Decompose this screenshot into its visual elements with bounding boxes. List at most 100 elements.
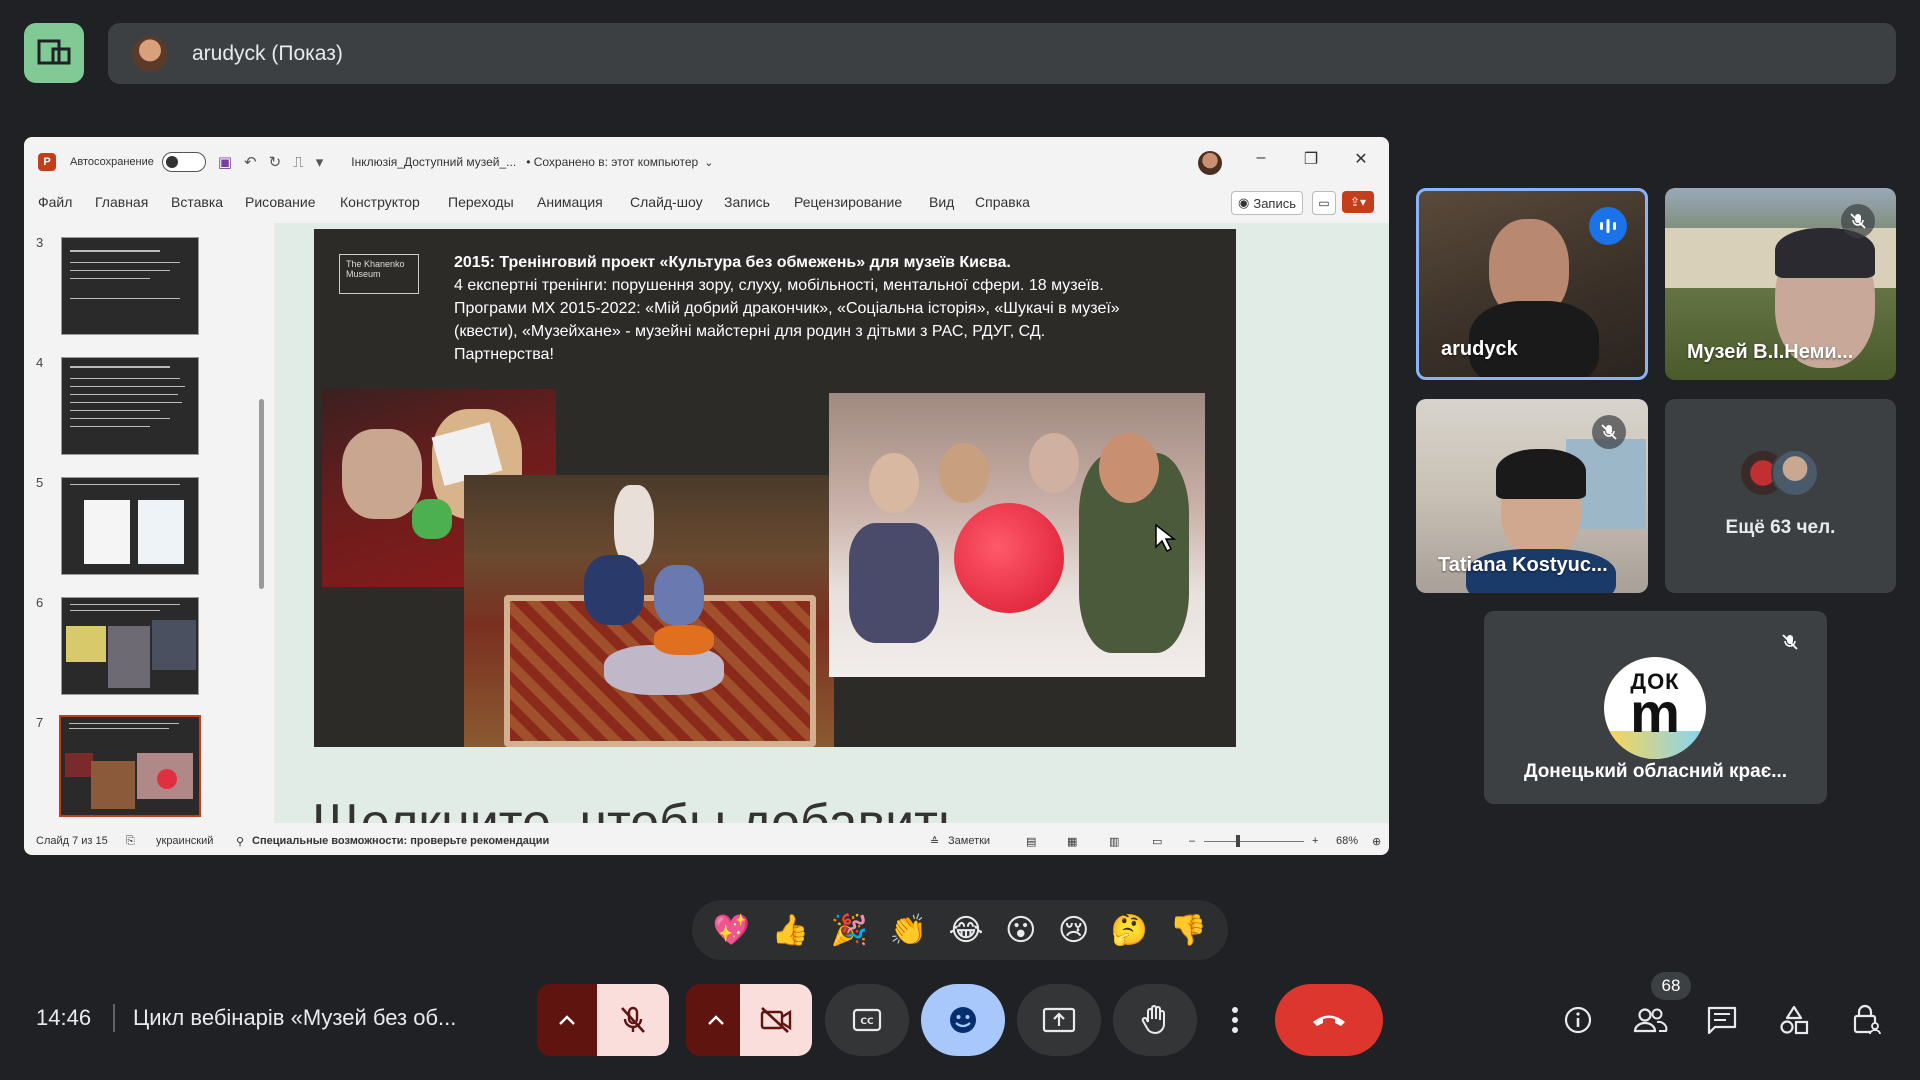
document-title[interactable]: Інклюзія_Доступний музей_... [351, 155, 516, 169]
customize-toolbar-icon[interactable]: ▾ [316, 153, 324, 171]
menu-insert[interactable]: Вставка [171, 194, 223, 210]
current-slide[interactable]: The Khanenko Museum 2015: Тренінговий пр… [314, 229, 1236, 747]
slide-thumbnails-pane: 3 4 5 6 7 [24, 223, 264, 823]
slide-thumbnail-5[interactable] [61, 477, 199, 575]
reaction-laugh[interactable]: 😂 [949, 913, 984, 948]
share-button[interactable]: ⇪▾ [1342, 191, 1374, 213]
microphone-toggle-button[interactable] [597, 984, 669, 1056]
record-button[interactable]: ◉ Запись [1231, 191, 1303, 215]
menu-transitions[interactable]: Переходы [448, 194, 514, 210]
menu-review[interactable]: Рецензирование [794, 194, 902, 210]
reaction-surprised[interactable]: 😮 [1005, 913, 1036, 948]
reaction-thumbs-up[interactable]: 👍 [772, 913, 809, 948]
menu-home[interactable]: Главная [95, 194, 148, 210]
save-status[interactable]: • Сохранено в: этот компьютер [526, 155, 698, 169]
captions-button[interactable]: CC [825, 984, 909, 1056]
participant-name: Донецький обласний крає... [1523, 761, 1788, 782]
participant-tile-tatiana[interactable]: Tatiana Kostyuc... [1416, 399, 1648, 593]
menu-help[interactable]: Справка [975, 194, 1030, 210]
emoji-reactions-button[interactable] [921, 984, 1005, 1056]
zoom-slider[interactable] [1204, 841, 1304, 842]
zoom-slider-handle[interactable] [1236, 835, 1240, 847]
reaction-sad[interactable]: 😢 [1058, 913, 1089, 948]
accessibility-status[interactable]: Специальные возможности: проверьте реком… [252, 835, 549, 847]
emoji-icon [950, 1007, 976, 1033]
zoom-in-icon[interactable]: + [1312, 835, 1318, 847]
reaction-clap[interactable]: 👏 [890, 913, 927, 948]
ppt-user-avatar[interactable] [1198, 151, 1222, 175]
zoom-out-icon[interactable]: – [1189, 835, 1195, 847]
thumb-number: 7 [36, 715, 44, 730]
participant-tile-arudyck[interactable]: arudyck [1416, 188, 1648, 380]
zoom-level[interactable]: 68% [1336, 835, 1358, 847]
photo-children-on-carpet [464, 475, 834, 747]
host-controls-button[interactable] [1848, 1002, 1884, 1038]
camera-off-icon [760, 1007, 792, 1033]
close-icon[interactable]: ✕ [1346, 149, 1376, 169]
menu-slideshow[interactable]: Слайд-шоу [630, 194, 703, 210]
leave-call-button[interactable] [1275, 984, 1383, 1056]
language-indicator[interactable]: украинский [156, 835, 213, 847]
redo-icon[interactable]: ↻ [269, 153, 282, 171]
mic-off-icon [621, 1006, 645, 1033]
slide-thumbnail-4[interactable] [61, 357, 199, 455]
notes-button[interactable]: Заметки [948, 835, 990, 847]
reaction-thumbs-down[interactable]: 👎 [1170, 913, 1207, 948]
call-end-icon [1313, 1015, 1345, 1026]
comments-button[interactable]: ▭ [1312, 191, 1336, 215]
reading-view-icon[interactable]: ▥ [1109, 835, 1119, 848]
ppt-status-bar: Слайд 7 из 15 ⎘ украинский ⚲ Специальные… [24, 827, 1389, 855]
menu-draw[interactable]: Рисование [245, 194, 316, 210]
notes-placeholder[interactable]: Щелкните, чтобы добавить [312, 793, 965, 823]
autosave-toggle[interactable] [161, 152, 206, 172]
camera-toggle-button[interactable] [740, 984, 812, 1056]
audio-options-button[interactable] [537, 984, 597, 1056]
fit-to-window-icon[interactable]: ⊕ [1372, 835, 1381, 848]
chevron-down-icon[interactable]: ⌄ [704, 156, 713, 169]
slide-line: 4 експертні тренінги: порушення зору, сл… [454, 277, 1104, 294]
slideshow-view-icon[interactable]: ▭ [1152, 835, 1162, 848]
meeting-title[interactable]: Цикл вебінарів «Музей без об... [133, 1005, 456, 1031]
present-screen-button[interactable] [1017, 984, 1101, 1056]
reaction-party[interactable]: 🎉 [831, 913, 868, 948]
restore-icon[interactable]: ❐ [1296, 149, 1326, 169]
video-options-button[interactable] [686, 984, 746, 1056]
participant-tile-museum[interactable]: Музей В.І.Неми... [1665, 188, 1896, 380]
menu-design[interactable]: Конструктор [340, 194, 420, 210]
reaction-thinking[interactable]: 🤔 [1111, 913, 1148, 948]
save-icon[interactable]: ▣ [218, 153, 232, 171]
slide-line: Програми МХ 2015-2022: «Мій добрий драко… [454, 300, 1120, 317]
participant-tile-donetsk[interactable]: ДОК m Донецький обласний крає... [1484, 611, 1827, 804]
thumbnails-scrollbar[interactable] [259, 399, 264, 589]
info-icon [1564, 1006, 1592, 1034]
normal-view-icon[interactable]: ▤ [1026, 835, 1036, 848]
meeting-info-button[interactable] [1560, 1002, 1596, 1038]
more-participants-tile[interactable]: Ещё 63 чел. [1665, 399, 1896, 593]
slide-text-block[interactable]: 2015: Тренінговий проект «Культура без о… [454, 251, 1214, 366]
slide-thumbnail-7[interactable] [59, 715, 201, 817]
undo-icon[interactable]: ↶ [244, 153, 257, 171]
more-options-button[interactable] [1215, 984, 1255, 1056]
chat-button[interactable] [1704, 1002, 1740, 1038]
present-from-start-icon[interactable]: ⎍ [293, 154, 304, 171]
menu-view[interactable]: Вид [929, 194, 954, 210]
avatar [1771, 449, 1819, 497]
minimize-icon[interactable]: – [1246, 149, 1276, 167]
slide-thumbnail-6[interactable] [61, 597, 199, 695]
menu-animation[interactable]: Анимация [537, 194, 603, 210]
raise-hand-button[interactable] [1113, 984, 1197, 1056]
menu-file[interactable]: Файл [38, 194, 72, 210]
powerpoint-logo-icon: P [38, 153, 56, 171]
reaction-sparkling-heart[interactable]: 💖 [713, 913, 750, 948]
spellcheck-icon[interactable]: ⎘ [126, 835, 135, 848]
chat-icon [1707, 1006, 1737, 1035]
slide-editing-area: The Khanenko Museum 2015: Тренінговий пр… [274, 223, 1389, 823]
presentation-layout-button[interactable] [24, 23, 84, 83]
people-button[interactable] [1632, 1002, 1668, 1038]
raise-hand-icon [1141, 1005, 1165, 1034]
menu-record[interactable]: Запись [724, 194, 770, 210]
slide-thumbnail-3[interactable] [61, 237, 199, 335]
slide-sorter-icon[interactable]: ▦ [1067, 835, 1077, 848]
activities-button[interactable] [1776, 1002, 1812, 1038]
ppt-title-bar: P Автосохранение ▣ ↶ ↻ ⎍ ▾ Інклюзія_Дост… [24, 137, 1389, 187]
